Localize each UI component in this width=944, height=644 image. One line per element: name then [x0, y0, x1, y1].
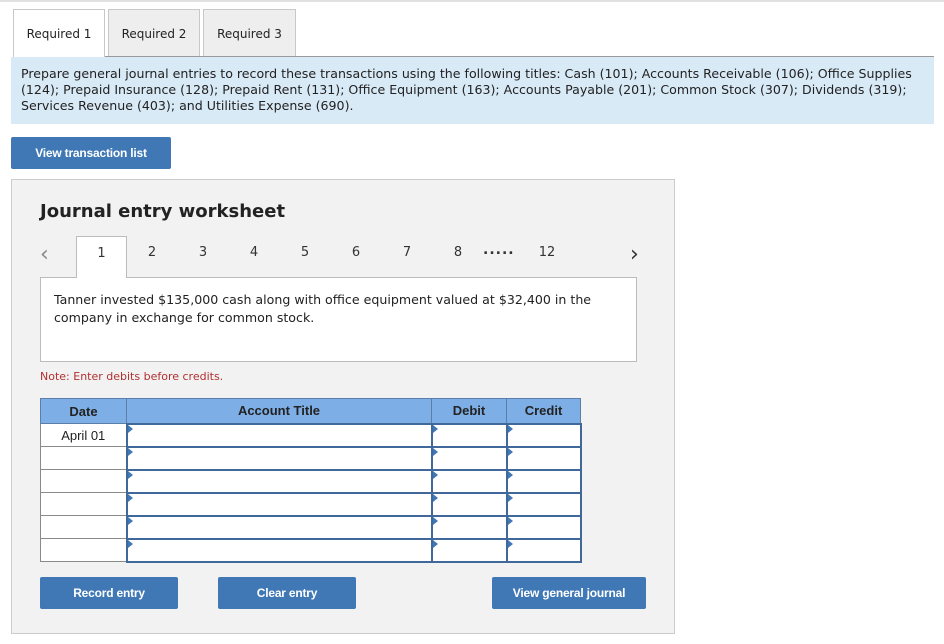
clear-entry-button[interactable]: Clear entry — [218, 577, 356, 609]
debit-input[interactable] — [430, 445, 508, 471]
tab-required-3[interactable]: Required 3 — [203, 9, 296, 57]
debit-input[interactable] — [430, 468, 508, 494]
dropdown-marker-icon — [432, 516, 438, 525]
page-tab-8[interactable]: 8 — [448, 245, 468, 260]
transaction-description: Tanner invested $135,000 cash along with… — [40, 277, 637, 362]
table-row — [40, 468, 582, 494]
table-row: April 01 — [40, 422, 582, 448]
credit-input[interactable] — [505, 445, 582, 471]
credit-input[interactable] — [505, 514, 582, 540]
journal-entry-table: Date Account Title Debit Credit April 01 — [40, 398, 582, 563]
dropdown-marker-icon — [127, 447, 133, 456]
dropdown-marker-icon — [432, 447, 438, 456]
account-title-input[interactable] — [125, 422, 433, 448]
dropdown-marker-icon — [507, 424, 513, 433]
dropdown-marker-icon — [127, 516, 133, 525]
dropdown-marker-icon — [127, 539, 133, 548]
account-title-input[interactable] — [125, 537, 433, 563]
page-tab-6[interactable]: 6 — [346, 245, 366, 260]
page-tab-7[interactable]: 7 — [397, 245, 417, 260]
dropdown-marker-icon — [432, 493, 438, 502]
account-title-input[interactable] — [125, 468, 433, 494]
credit-input[interactable] — [505, 491, 582, 517]
page-tab-4[interactable]: 4 — [244, 245, 264, 260]
dropdown-marker-icon — [432, 470, 438, 479]
account-title-input[interactable] — [125, 491, 433, 517]
journal-worksheet-panel: Journal entry worksheet ‹ 1 2 3 4 5 6 7 … — [11, 179, 675, 634]
dropdown-marker-icon — [507, 493, 513, 502]
column-header-date: Date — [40, 398, 127, 424]
page-tab-1[interactable]: 1 — [76, 236, 127, 278]
dropdown-marker-icon — [507, 516, 513, 525]
tab-required-2[interactable]: Required 2 — [108, 9, 200, 57]
date-cell — [40, 492, 127, 516]
page-tab-2[interactable]: 2 — [142, 245, 162, 260]
tab-divider — [13, 56, 934, 57]
top-divider — [0, 0, 944, 2]
tab-required-1[interactable]: Required 1 — [13, 9, 105, 57]
dropdown-marker-icon — [432, 424, 438, 433]
page-tab-5[interactable]: 5 — [295, 245, 315, 260]
credit-input[interactable] — [505, 422, 582, 448]
dropdown-marker-icon — [432, 539, 438, 548]
page-tab-3[interactable]: 3 — [193, 245, 213, 260]
dropdown-marker-icon — [507, 470, 513, 479]
transaction-pager: ‹ 1 2 3 4 5 6 7 8 ..... 12 › — [12, 236, 676, 278]
column-header-account-title: Account Title — [126, 398, 432, 424]
date-cell — [40, 469, 127, 493]
debit-input[interactable] — [430, 514, 508, 540]
credit-input[interactable] — [505, 537, 582, 563]
column-header-debit: Debit — [431, 398, 507, 424]
account-title-input[interactable] — [125, 514, 433, 540]
debit-input[interactable] — [430, 537, 508, 563]
column-header-credit: Credit — [506, 398, 581, 424]
dropdown-marker-icon — [507, 539, 513, 548]
instructions-text: Prepare general journal entries to recor… — [11, 57, 934, 124]
dropdown-marker-icon — [127, 493, 133, 502]
table-row — [40, 537, 582, 563]
dropdown-marker-icon — [507, 447, 513, 456]
view-general-journal-button[interactable]: View general journal — [492, 577, 646, 609]
date-cell — [40, 515, 127, 539]
debit-input[interactable] — [430, 422, 508, 448]
dropdown-marker-icon — [127, 470, 133, 479]
page-ellipsis: ..... — [483, 242, 515, 258]
table-row — [40, 514, 582, 540]
view-transaction-list-button[interactable]: View transaction list — [11, 137, 171, 169]
table-row — [40, 445, 582, 471]
date-cell: April 01 — [40, 423, 127, 447]
dropdown-marker-icon — [127, 424, 133, 433]
record-entry-button[interactable]: Record entry — [40, 577, 178, 609]
account-title-input[interactable] — [125, 445, 433, 471]
credit-input[interactable] — [505, 468, 582, 494]
chevron-left-icon[interactable]: ‹ — [40, 242, 49, 267]
page-tab-12[interactable]: 12 — [537, 245, 557, 260]
chevron-right-icon[interactable]: › — [630, 242, 639, 267]
debit-input[interactable] — [430, 491, 508, 517]
table-row — [40, 491, 582, 517]
worksheet-title: Journal entry worksheet — [40, 201, 286, 222]
date-cell — [40, 538, 127, 562]
debit-credit-note: Note: Enter debits before credits. — [40, 370, 224, 383]
date-cell — [40, 446, 127, 470]
